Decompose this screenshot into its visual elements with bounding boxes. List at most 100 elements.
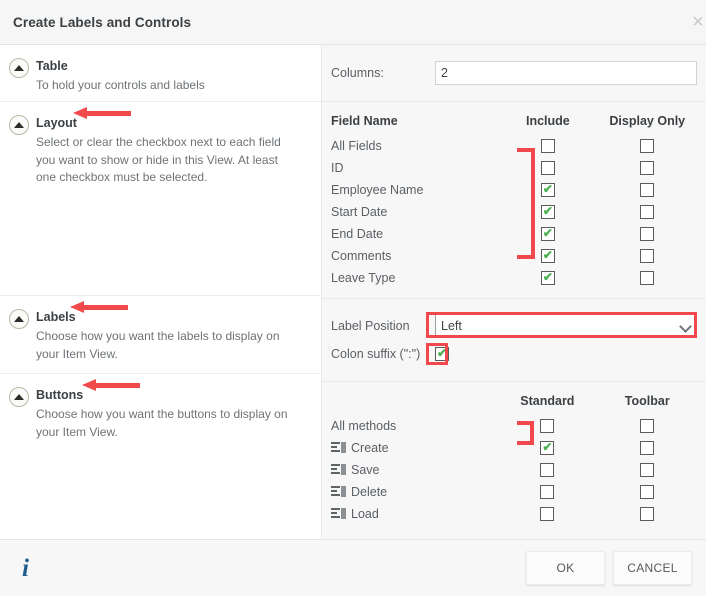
display-only-checkbox-employee-name[interactable] xyxy=(640,183,655,198)
toolbar-checkbox-all-methods[interactable] xyxy=(640,419,655,434)
method-icon xyxy=(331,486,346,497)
field-name-cell: Start Date xyxy=(331,205,388,219)
section-layout-description: Select or clear the checkbox next to eac… xyxy=(36,135,281,184)
header-standard: Standard xyxy=(520,394,575,408)
header-method-name xyxy=(331,394,497,415)
columns-input[interactable] xyxy=(435,61,697,85)
section-buttons-description: Choose how you want the buttons to displ… xyxy=(36,407,288,439)
table-row: All Fields xyxy=(331,135,697,157)
section-table-text: Table To hold your controls and labels xyxy=(36,57,307,101)
method-name-cell: Delete xyxy=(351,485,388,499)
colon-suffix-row: Colon suffix (":") xyxy=(331,340,697,368)
chevron-down-icon xyxy=(679,320,692,333)
dialog-titlebar: Create Labels and Controls × xyxy=(0,0,706,45)
display-only-checkbox-start-date[interactable] xyxy=(640,205,655,220)
settings-pane: Columns: Field Name Include Display Only xyxy=(322,45,706,539)
fields-grid-section: Field Name Include Display Only All Fiel… xyxy=(322,102,706,299)
label-position-select-wrap: Left xyxy=(435,314,697,338)
table-row: All methods xyxy=(331,415,697,437)
field-name-cell: Comments xyxy=(331,249,392,263)
header-field-name: Field Name xyxy=(331,114,398,128)
toolbar-checkbox-load[interactable] xyxy=(640,507,655,522)
table-row: Create xyxy=(331,437,697,459)
include-checkbox-id[interactable] xyxy=(540,161,555,176)
display-only-checkbox-all-fields[interactable] xyxy=(640,139,655,154)
section-table[interactable]: Table To hold your controls and labels xyxy=(0,45,321,102)
table-row: Comments xyxy=(331,245,697,267)
field-name-cell: End Date xyxy=(331,227,384,241)
toolbar-checkbox-create[interactable] xyxy=(640,441,655,456)
sections-pane: Table To hold your controls and labels L… xyxy=(0,45,322,539)
section-labels-title: Labels xyxy=(36,310,76,324)
methods-table: Standard Toolbar All methods Create ✔ Sa… xyxy=(331,394,697,525)
dialog-footer: i OK CANCEL xyxy=(0,540,706,596)
table-row: Employee Name xyxy=(331,179,697,201)
header-display-only: Display Only xyxy=(609,114,686,128)
section-buttons[interactable]: Buttons Choose how you want the buttons … xyxy=(0,374,321,524)
field-name-cell: Leave Type xyxy=(331,271,396,285)
toolbar-checkbox-save[interactable] xyxy=(640,463,655,478)
table-row: ID xyxy=(331,157,697,179)
table-row: Load xyxy=(331,503,697,525)
include-checkbox-end-date[interactable] xyxy=(540,226,555,242)
section-buttons-title: Buttons xyxy=(36,388,84,402)
field-name-cell: ID xyxy=(331,161,344,175)
colon-suffix-checkbox[interactable] xyxy=(435,346,449,361)
display-only-checkbox-end-date[interactable] xyxy=(640,227,655,242)
fields-table-header-row: Field Name Include Display Only xyxy=(331,114,697,135)
label-position-label: Label Position xyxy=(331,319,410,333)
collapse-up-icon[interactable] xyxy=(9,115,29,135)
cancel-button[interactable]: CANCEL xyxy=(613,551,692,585)
table-row: End Date xyxy=(331,223,697,245)
method-name-cell: Load xyxy=(351,507,379,521)
display-only-checkbox-comments[interactable] xyxy=(640,249,655,264)
section-table-description: To hold your controls and labels xyxy=(36,78,205,92)
table-row: Save xyxy=(331,459,697,481)
methods-table-header-row: Standard Toolbar xyxy=(331,394,697,415)
include-checkbox-all-fields[interactable] xyxy=(540,139,555,154)
section-layout-title: Layout xyxy=(36,116,77,130)
display-only-checkbox-leave-type[interactable] xyxy=(640,271,655,286)
method-name-cell: Save xyxy=(351,463,380,477)
section-table-title: Table xyxy=(36,59,68,73)
include-checkbox-start-date[interactable] xyxy=(540,204,555,220)
include-checkbox-employee-name[interactable] xyxy=(540,182,555,198)
label-position-select[interactable]: Left xyxy=(435,314,697,338)
label-position-value: Left xyxy=(441,319,462,333)
columns-label: Columns: xyxy=(331,66,384,80)
method-name-cell: All methods xyxy=(331,419,397,433)
columns-row: Columns: xyxy=(322,45,706,102)
method-icon xyxy=(331,508,346,519)
toolbar-checkbox-delete[interactable] xyxy=(640,485,655,500)
display-only-checkbox-id[interactable] xyxy=(640,161,655,176)
collapse-up-icon[interactable] xyxy=(9,58,29,78)
section-layout[interactable]: Layout Select or clear the checkbox next… xyxy=(0,102,321,296)
labels-settings-section: Label Position Left Colon suffix (":") xyxy=(322,299,706,382)
method-icon xyxy=(331,442,346,453)
standard-checkbox-delete[interactable] xyxy=(540,485,555,500)
close-icon[interactable]: × xyxy=(685,9,706,35)
collapse-up-icon[interactable] xyxy=(9,387,29,407)
method-icon xyxy=(331,464,346,475)
colon-suffix-label: Colon suffix (":") xyxy=(331,347,421,361)
table-row: Start Date xyxy=(331,201,697,223)
standard-checkbox-create[interactable] xyxy=(540,440,555,456)
dialog-title: Create Labels and Controls xyxy=(13,14,192,30)
section-labels[interactable]: Labels Choose how you want the labels to… xyxy=(0,296,321,374)
standard-checkbox-save[interactable] xyxy=(540,463,555,478)
section-labels-text: Labels Choose how you want the labels to… xyxy=(36,308,307,373)
section-layout-text: Layout Select or clear the checkbox next… xyxy=(36,114,307,295)
ok-button[interactable]: OK xyxy=(526,551,605,585)
info-icon[interactable]: i xyxy=(22,556,29,581)
collapse-up-icon[interactable] xyxy=(9,309,29,329)
label-position-row: Label Position Left xyxy=(331,312,697,340)
fields-table: Field Name Include Display Only All Fiel… xyxy=(331,114,697,289)
section-buttons-text: Buttons Choose how you want the buttons … xyxy=(36,386,307,524)
header-include: Include xyxy=(525,114,570,128)
field-name-cell: Employee Name xyxy=(331,183,424,197)
include-checkbox-leave-type[interactable] xyxy=(540,270,555,286)
standard-checkbox-all-methods[interactable] xyxy=(540,419,555,434)
include-checkbox-comments[interactable] xyxy=(540,248,555,264)
methods-grid-section: Standard Toolbar All methods Create ✔ Sa… xyxy=(322,382,706,534)
standard-checkbox-load[interactable] xyxy=(540,507,555,522)
